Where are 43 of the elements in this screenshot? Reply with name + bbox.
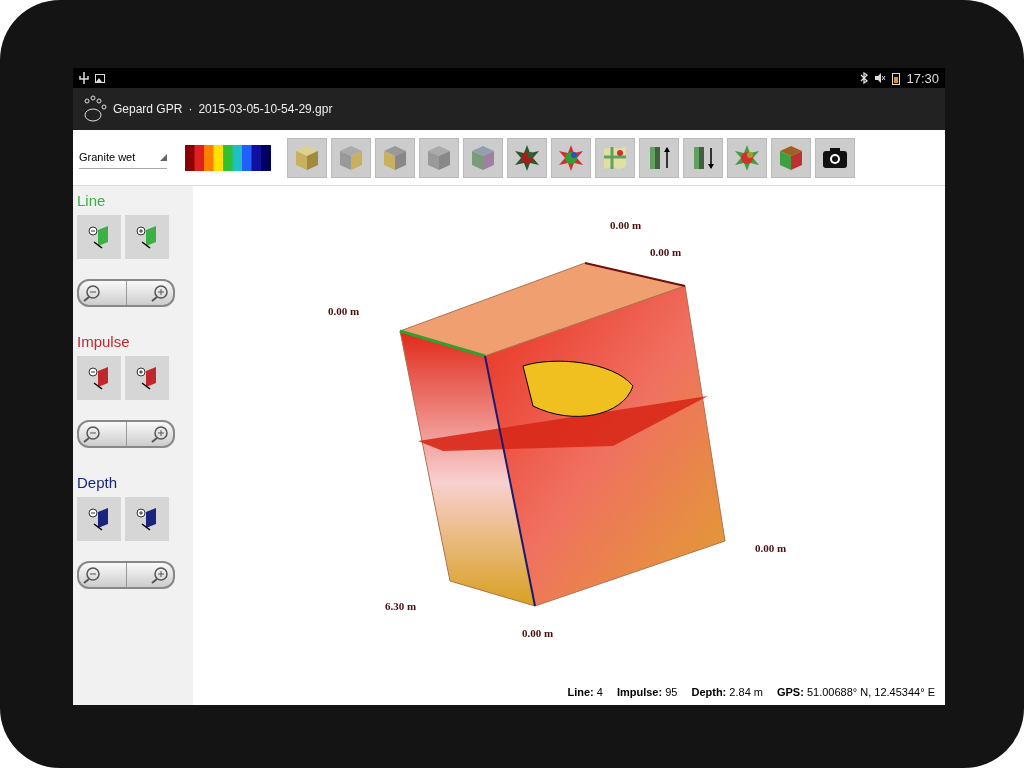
view-tool-button[interactable] xyxy=(683,137,723,178)
section-title: Depth xyxy=(77,474,119,491)
status-field: Depth: 2.84 m xyxy=(691,686,763,698)
dropdown-triangle-icon xyxy=(160,153,167,161)
step-forward-button[interactable] xyxy=(125,356,169,400)
zoom-slider-control[interactable] xyxy=(77,420,175,448)
title-separator: · xyxy=(188,102,193,116)
muted-speaker-icon xyxy=(874,72,887,84)
step-back-button[interactable] xyxy=(77,356,121,400)
clock-time: 17:30 xyxy=(906,70,939,86)
zoom-slider-control[interactable] xyxy=(77,561,175,589)
bluetooth-icon xyxy=(860,72,869,84)
view-tool-button[interactable] xyxy=(639,137,679,178)
zoom-in-icon xyxy=(151,566,169,584)
view-tool-button[interactable] xyxy=(815,137,855,178)
axis-label: 0.00 m xyxy=(522,627,554,639)
file-name: 2015-03-05-10-54-29.gpr xyxy=(198,102,333,116)
image-icon xyxy=(95,73,105,83)
axis-label: 6.30 m xyxy=(385,600,417,612)
status-field: Impulse: 95 xyxy=(616,686,678,698)
color-palette-picker[interactable] xyxy=(185,144,273,171)
section-title: Line xyxy=(77,192,107,209)
zoom-slider-control[interactable] xyxy=(77,279,175,307)
zoom-in-icon xyxy=(151,425,169,443)
view-tool-button[interactable] xyxy=(507,137,547,178)
zoom-out-icon xyxy=(83,566,101,584)
zoom-out-icon xyxy=(83,284,101,302)
usb-icon xyxy=(79,72,89,84)
paw-logo-icon xyxy=(81,95,107,123)
section-title: Impulse xyxy=(77,333,131,350)
axis-label: 0.00 m xyxy=(328,305,360,317)
battery-icon xyxy=(892,71,901,85)
axis-label: 0.00 m xyxy=(650,246,682,258)
zoom-in-icon xyxy=(151,284,169,302)
step-forward-button[interactable] xyxy=(125,497,169,541)
status-field: Line: 4 xyxy=(567,686,603,698)
axis-label: 0.00 m xyxy=(755,542,787,554)
axis-label: 0.00 m xyxy=(610,219,642,231)
status-field: GPS: 51.00688° N, 12.45344° E xyxy=(776,686,935,698)
step-back-button[interactable] xyxy=(77,497,121,541)
zoom-out-icon xyxy=(83,425,101,443)
app-title: Gepard GPR xyxy=(113,102,183,116)
material-dropdown[interactable]: Granite wet xyxy=(79,146,167,169)
